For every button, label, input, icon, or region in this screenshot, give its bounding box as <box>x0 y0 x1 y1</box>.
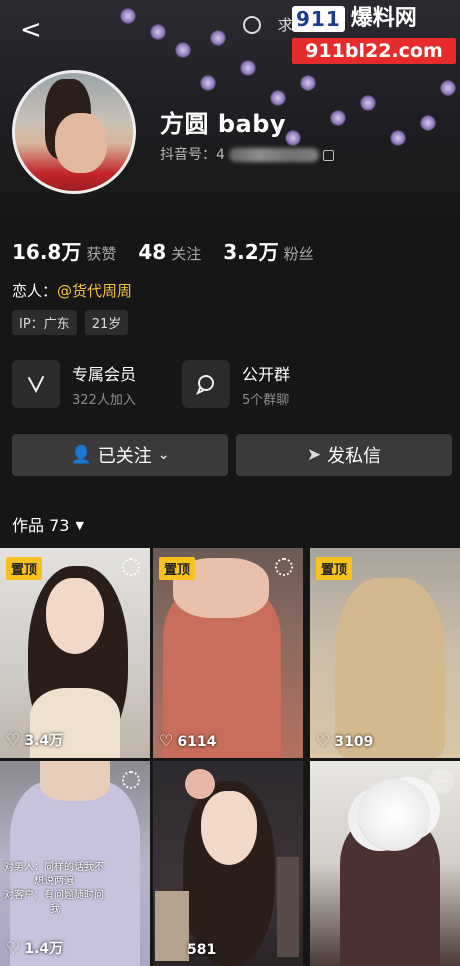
back-button[interactable]: < <box>20 16 44 44</box>
message-label: 发私信 <box>327 446 382 467</box>
chat-icon <box>182 360 230 408</box>
live-icon <box>275 558 293 576</box>
heart-icon: ♡ <box>159 731 174 750</box>
lover-line: 恋人：@货代周周 <box>12 280 132 301</box>
stat-label: 关注 <box>171 245 202 263</box>
cloud-sticker <box>358 779 430 851</box>
video-tile[interactable]: 置顶 ♡ 3.4万 <box>0 548 150 758</box>
cat-sticker <box>185 769 215 799</box>
watermark-url: 911bl22.com <box>292 38 456 64</box>
send-icon: ➤ <box>306 445 322 465</box>
like-count: ♡ 1.4万 <box>6 938 64 957</box>
live-icon <box>122 771 140 789</box>
douyin-id-label: 抖音号：4 <box>160 147 225 163</box>
stat-likes[interactable]: 16.8万 获赞 <box>12 236 116 265</box>
video-tile[interactable]: 对男人：同样的话我不 想说两遍 对客户：有问题随时问 我 ♡ 1.4万 <box>0 761 150 966</box>
feature-title: 公开群 <box>242 364 291 384</box>
stat-number: 3.2万 <box>223 240 279 264</box>
watermark: 911 爆料网 911bl22.com <box>292 6 456 70</box>
like-count: ♡ 3.4万 <box>6 730 64 749</box>
heart-icon: ♡ <box>316 731 331 750</box>
search-icon[interactable] <box>243 15 261 34</box>
stat-number: 48 <box>138 240 167 264</box>
feature-title: 专属会员 <box>72 364 137 384</box>
stat-followers[interactable]: 3.2万 粉丝 <box>223 236 313 265</box>
stat-label: 粉丝 <box>283 245 314 263</box>
comment-bubble-icon: ⋯ <box>428 769 454 795</box>
works-label: 作品 73 <box>12 516 70 535</box>
live-icon <box>122 558 140 576</box>
user-check-icon: 👤 <box>70 445 92 465</box>
feature-subtitle: 5个群聊 <box>242 392 290 408</box>
video-tile[interactable]: 581 <box>153 761 303 966</box>
avatar[interactable] <box>12 70 136 194</box>
copy-icon[interactable] <box>322 149 334 161</box>
video-tile[interactable]: 置顶 ♡ 6114 <box>153 548 303 758</box>
video-tile[interactable]: ⋯ <box>310 761 460 966</box>
chevron-down-icon: ⌄ <box>157 447 170 463</box>
stat-label: 获赞 <box>86 245 117 263</box>
feature-membership[interactable]: 专属会员 322人加入 <box>12 358 136 410</box>
heart-icon: ♡ <box>6 730 21 749</box>
followed-button[interactable]: 👤 已关注 ⌄ <box>12 434 228 476</box>
like-count: 581 <box>187 942 217 958</box>
message-button[interactable]: ➤ 发私信 <box>236 434 452 476</box>
id-redaction <box>228 148 319 162</box>
profile-stats: 16.8万 获赞 48 关注 3.2万 粉丝 <box>12 236 336 265</box>
feature-subtitle: 322人加入 <box>72 392 136 408</box>
profile-name: 方圆 baby <box>160 110 287 138</box>
age-tag: 21岁 <box>84 310 129 335</box>
stat-number: 16.8万 <box>12 240 82 264</box>
douyin-id: 抖音号：4 <box>160 144 334 164</box>
heart-icon: ♡ <box>6 938 21 957</box>
stat-following[interactable]: 48 关注 <box>138 240 201 264</box>
lover-label: 恋人： <box>12 282 58 300</box>
feature-public-group[interactable]: 公开群 5个群聊 <box>182 358 290 410</box>
pinned-badge: 置顶 <box>316 557 353 580</box>
pinned-badge: 置顶 <box>159 557 196 580</box>
profile-tags: IP：广东 21岁 <box>12 310 129 335</box>
caret-down-icon: ▼ <box>75 519 84 532</box>
watermark-badge: 911 <box>292 6 345 32</box>
like-count: ♡ 6114 <box>159 731 217 750</box>
followed-label: 已关注 <box>97 446 152 467</box>
works-tab[interactable]: 作品 73 ▼ <box>12 512 84 536</box>
lover-link[interactable]: @货代周周 <box>57 282 132 300</box>
like-count: ♡ 3109 <box>316 731 374 750</box>
video-tile[interactable]: 置顶 ♡ 3109 <box>310 548 460 758</box>
watermark-brand: 爆料网 <box>350 6 417 31</box>
ip-tag: IP：广东 <box>12 310 77 335</box>
v-icon <box>12 360 60 408</box>
video-caption: 对男人：同样的话我不 想说两遍 对客户：有问题随时问 我 <box>4 862 104 915</box>
pinned-badge: 置顶 <box>6 557 43 580</box>
